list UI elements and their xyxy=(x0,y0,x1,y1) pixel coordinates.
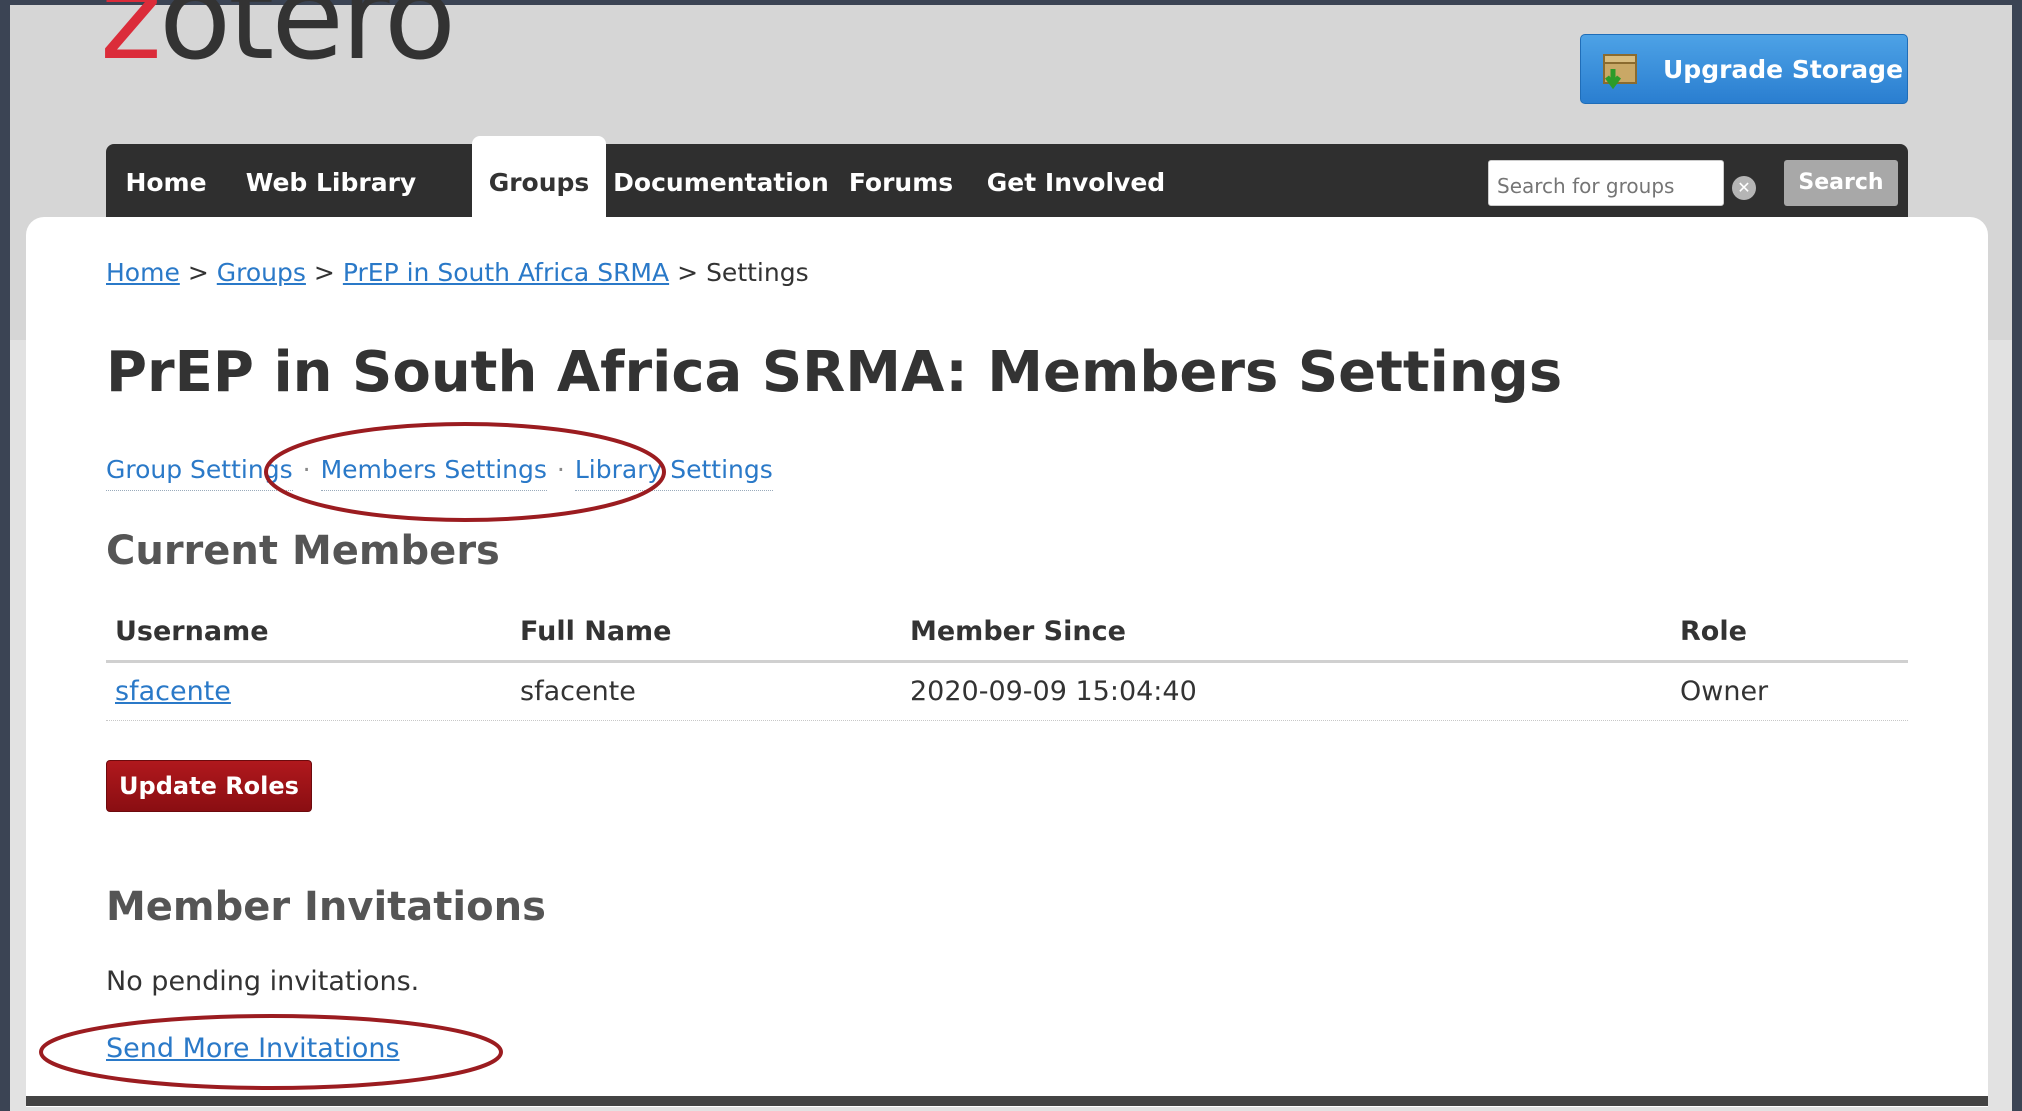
search-button[interactable]: Search xyxy=(1784,160,1898,206)
footer-bar xyxy=(26,1096,1988,1106)
breadcrumb-group[interactable]: PrEP in South Africa SRMA xyxy=(343,258,669,287)
nav-forums[interactable]: Forums xyxy=(836,144,966,222)
column-header-full-name: Full Name xyxy=(520,616,672,647)
nav-groups[interactable]: Groups xyxy=(472,136,606,222)
column-header-member-since: Member Since xyxy=(910,616,1126,647)
group-search-input[interactable] xyxy=(1488,160,1724,206)
send-more-invitations-link[interactable]: Send More Invitations xyxy=(106,1033,400,1064)
breadcrumb-separator: > xyxy=(313,258,335,287)
breadcrumb-current: Settings xyxy=(706,258,809,287)
column-header-username: Username xyxy=(115,616,269,647)
breadcrumb: Home > Groups > PrEP in South Africa SRMA > Se… xyxy=(106,258,809,287)
library-settings-link[interactable]: Library Settings xyxy=(574,455,773,491)
settings-subnav: Group Settings · Members Settings · Library … xyxy=(106,455,773,491)
nav-home[interactable]: Home xyxy=(106,144,226,222)
table-row-member-since: 2020-09-09 15:04:40 xyxy=(910,676,1197,707)
zotero-logo[interactable]: zotero xyxy=(100,0,456,76)
subnav-separator: · xyxy=(302,455,311,484)
invitations-status: No pending invitations. xyxy=(106,966,420,997)
subnav-separator: · xyxy=(556,455,565,484)
row-divider xyxy=(106,720,1908,721)
logo-accent-letter: z xyxy=(100,0,162,86)
storage-box-icon xyxy=(1603,54,1637,89)
nav-documentation[interactable]: Documentation xyxy=(606,144,836,222)
username-link[interactable]: sfacente xyxy=(115,676,231,707)
upgrade-storage-button[interactable]: Upgrade Storage xyxy=(1580,34,1908,104)
breadcrumb-home[interactable]: Home xyxy=(106,258,180,287)
column-header-role: Role xyxy=(1680,616,1747,647)
group-settings-link[interactable]: Group Settings xyxy=(106,455,293,491)
breadcrumb-separator: > xyxy=(187,258,209,287)
members-settings-link[interactable]: Members Settings xyxy=(320,455,547,491)
member-invitations-heading: Member Invitations xyxy=(106,884,546,930)
clear-search-icon[interactable]: ✕ xyxy=(1732,176,1756,200)
logo-rest: otero xyxy=(158,0,456,86)
current-members-heading: Current Members xyxy=(106,528,500,574)
table-row-username: sfacente xyxy=(115,676,231,707)
table-row-role[interactable]: Owner xyxy=(1680,676,1768,707)
breadcrumb-groups[interactable]: Groups xyxy=(217,258,306,287)
header-divider xyxy=(106,660,1908,663)
table-row-full-name: sfacente xyxy=(520,676,636,707)
nav-get-involved[interactable]: Get Involved xyxy=(966,144,1186,222)
page-title: PrEP in South Africa SRMA: Members Setti… xyxy=(106,340,1563,405)
upgrade-storage-label: Upgrade Storage xyxy=(1663,54,1904,84)
breadcrumb-separator: > xyxy=(677,258,699,287)
nav-web-library[interactable]: Web Library xyxy=(226,144,436,222)
update-roles-button[interactable]: Update Roles xyxy=(106,760,312,812)
